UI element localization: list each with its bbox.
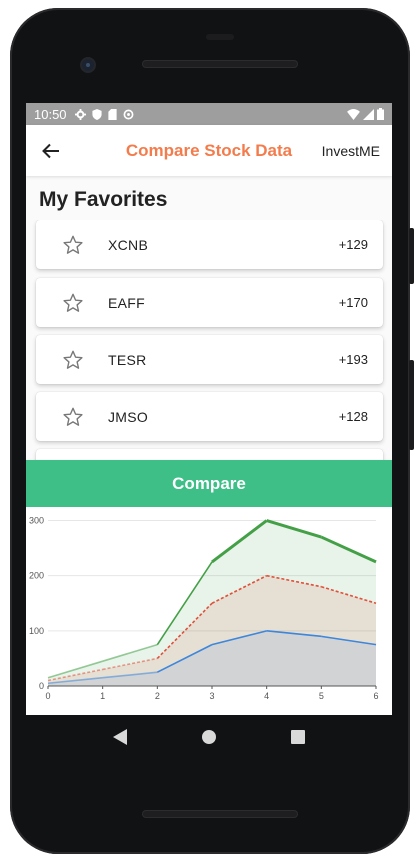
star-outline-icon[interactable] bbox=[62, 234, 84, 256]
star-outline-icon[interactable] bbox=[62, 292, 84, 314]
list-item[interactable]: XCNB +129 bbox=[36, 220, 383, 269]
compare-button[interactable]: Compare bbox=[26, 460, 392, 507]
power-button bbox=[409, 360, 414, 450]
shield-icon bbox=[91, 108, 102, 120]
status-bar: 10:50 bbox=[26, 103, 392, 125]
app-bar: Compare Stock Data InvestME bbox=[26, 125, 392, 176]
bottom-speaker bbox=[142, 810, 298, 818]
favorites-heading: My Favorites bbox=[39, 188, 168, 211]
x-tick-label: 1 bbox=[100, 691, 105, 701]
sd-card-icon bbox=[107, 108, 117, 120]
x-tick-label: 6 bbox=[373, 691, 378, 701]
y-tick-label: 200 bbox=[29, 571, 44, 581]
sync-icon bbox=[123, 109, 133, 119]
x-tick-label: 2 bbox=[155, 691, 160, 701]
stock-symbol: JMSO bbox=[108, 408, 149, 425]
y-tick-label: 100 bbox=[29, 626, 44, 636]
favorites-list[interactable]: XCNB +129 EAFF +170 TESR +193 JMSO +128 bbox=[26, 220, 392, 462]
earpiece bbox=[206, 34, 234, 40]
list-item[interactable]: JMSO +128 bbox=[36, 392, 383, 441]
x-tick-label: 5 bbox=[319, 691, 324, 701]
volume-button bbox=[409, 228, 414, 284]
nav-back-icon[interactable] bbox=[113, 729, 128, 745]
stock-symbol: XCNB bbox=[108, 236, 149, 253]
star-outline-icon[interactable] bbox=[62, 349, 84, 371]
y-tick-label: 0 bbox=[39, 681, 44, 691]
stock-change: +193 bbox=[338, 352, 368, 367]
stock-symbol: TESR bbox=[108, 351, 147, 368]
nav-recents-icon[interactable] bbox=[290, 730, 305, 744]
app-brand: InvestME bbox=[321, 142, 380, 159]
x-tick-label: 3 bbox=[209, 691, 214, 701]
back-button[interactable] bbox=[26, 125, 76, 176]
y-tick-label: 300 bbox=[29, 516, 44, 526]
status-time: 10:50 bbox=[34, 106, 67, 122]
wifi-icon bbox=[347, 108, 360, 120]
stock-change: +129 bbox=[338, 237, 368, 252]
signal-icon bbox=[363, 108, 374, 120]
comparison-chart: 0 100 200 300 0 1 2 3 4 5 6 bbox=[26, 507, 392, 715]
list-item[interactable]: EAFF +170 bbox=[36, 278, 383, 327]
app-screen: 10:50 Compare Stock Data InvestME My Fav… bbox=[26, 103, 392, 715]
chart-svg: 0 100 200 300 0 1 2 3 4 5 6 bbox=[29, 516, 379, 701]
x-tick-label: 4 bbox=[264, 691, 269, 701]
list-item[interactable]: TESR +193 bbox=[36, 335, 383, 384]
battery-icon bbox=[377, 108, 384, 120]
x-tick-label: 0 bbox=[45, 691, 50, 701]
nav-home-icon[interactable] bbox=[201, 730, 216, 744]
stock-symbol: EAFF bbox=[108, 294, 145, 311]
arrow-left-icon bbox=[42, 143, 59, 158]
settings-icon bbox=[74, 108, 86, 120]
stock-change: +128 bbox=[338, 409, 368, 424]
front-camera bbox=[82, 59, 94, 71]
stock-change: +170 bbox=[338, 295, 368, 310]
top-speaker bbox=[142, 60, 298, 68]
star-outline-icon[interactable] bbox=[62, 406, 84, 428]
system-nav-bar bbox=[26, 715, 392, 759]
